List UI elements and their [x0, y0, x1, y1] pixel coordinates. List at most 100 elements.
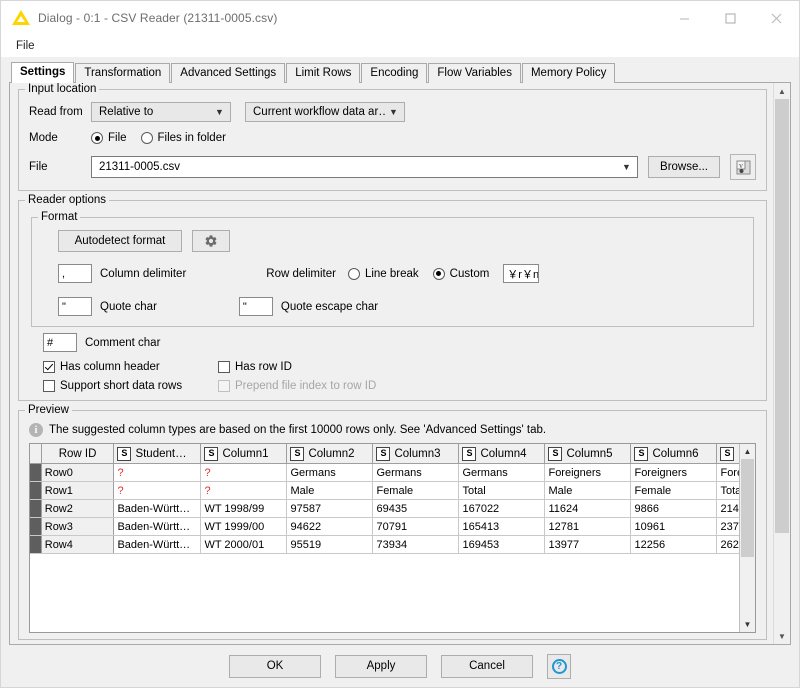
table-row[interactable]: Row3 Baden-Württ… WT 1999/00 94622 70791…: [30, 517, 739, 536]
cell: 10961: [630, 517, 718, 536]
apply-button[interactable]: Apply: [335, 654, 427, 678]
autodetect-settings-button[interactable]: [192, 230, 230, 252]
row-selector[interactable]: [30, 499, 42, 518]
radio-mode-file-label: File: [108, 132, 127, 144]
cell: ?: [113, 463, 202, 482]
column-delimiter-label: Column delimiter: [100, 267, 187, 280]
table-row[interactable]: Row1 ? ? Male Female Total Male Female T…: [30, 481, 739, 500]
cell: 95519: [286, 535, 374, 554]
quote-char-label: Quote char: [100, 300, 157, 313]
preview-table-scrollbar[interactable]: ▲ ▼: [739, 444, 755, 632]
radio-mode-files-in-folder[interactable]: Files in folder: [140, 132, 226, 144]
support-short-data-rows-label: Support short data rows: [60, 380, 183, 392]
scroll-down-icon[interactable]: ▼: [740, 617, 755, 632]
maximize-icon[interactable]: [707, 1, 753, 35]
radio-dot-icon: [347, 267, 360, 280]
cell: 69435: [372, 499, 460, 518]
row-id-cell: Row1: [41, 481, 115, 500]
help-button[interactable]: ?: [547, 653, 571, 679]
preview-table-wrapper: Row ID S Student… S Column1 S Column2 S Colu…: [29, 443, 756, 633]
tab-transformation[interactable]: Transformation: [75, 63, 171, 83]
quote-escape-input[interactable]: ": [238, 297, 273, 316]
column-header-column2[interactable]: S Column2: [286, 444, 374, 464]
row-selector[interactable]: [30, 481, 42, 500]
tab-advanced-settings[interactable]: Advanced Settings: [171, 63, 286, 83]
cell: Baden-Württ…: [113, 499, 202, 518]
radio-row-delimiter-linebreak[interactable]: Line break: [347, 267, 419, 280]
checkbox-support-short-data-rows[interactable]: Support short data rows: [43, 380, 218, 392]
scroll-down-icon[interactable]: ▼: [774, 628, 790, 644]
tab-encoding[interactable]: Encoding: [361, 63, 428, 83]
column-header-column5[interactable]: S Column5: [544, 444, 632, 464]
file-row: File 21311-0005.csv ▼ Browse... v: [29, 154, 756, 180]
column-header-column4[interactable]: S Column4: [458, 444, 546, 464]
column-header-column6[interactable]: S Column6: [630, 444, 718, 464]
column-header-label: Column5: [566, 447, 613, 460]
panel-scrollbar[interactable]: ▲ ▼: [773, 83, 790, 644]
table-row[interactable]: Row4 Baden-Württ… WT 2000/01 95519 73934…: [30, 535, 739, 554]
ok-button[interactable]: OK: [229, 654, 321, 678]
cell: ?: [113, 481, 202, 500]
flow-variable-icon: v: [736, 160, 750, 174]
info-icon: i: [29, 423, 43, 437]
checkbox-has-column-header[interactable]: Has column header: [43, 361, 218, 373]
column-header-student[interactable]: S Student…: [113, 444, 202, 464]
file-path-input[interactable]: 21311-0005.csv ▼: [91, 156, 638, 178]
gear-icon: [205, 235, 217, 247]
dialog-footer: OK Apply Cancel ?: [1, 645, 799, 687]
column-header-label: Column2: [308, 447, 355, 460]
checkbox-has-row-id[interactable]: Has row ID: [218, 361, 292, 373]
checkbox-box-icon: [218, 361, 230, 373]
scroll-up-icon[interactable]: ▲: [774, 83, 790, 99]
chevron-down-icon: ▼: [389, 107, 398, 117]
cell: Male: [544, 481, 632, 500]
scrollbar-thumb[interactable]: [741, 459, 754, 557]
scrollbar-track[interactable]: [775, 99, 789, 628]
column-header-column1[interactable]: S Column1: [200, 444, 288, 464]
csv-reader-dialog: Dialog - 0:1 - CSV Reader (21311-0005.cs…: [0, 0, 800, 688]
autodetect-format-button[interactable]: Autodetect format: [58, 230, 182, 252]
string-type-icon: S: [117, 446, 132, 461]
cancel-button[interactable]: Cancel: [441, 654, 533, 678]
column-header-label: Column1: [222, 447, 269, 460]
tab-memory-policy[interactable]: Memory Policy: [521, 63, 616, 83]
column-header-column7[interactable]: SColumn7: [716, 444, 739, 464]
tab-settings[interactable]: Settings: [11, 62, 75, 83]
tab-limit-rows[interactable]: Limit Rows: [286, 63, 361, 83]
tab-flow-variables[interactable]: Flow Variables: [428, 63, 521, 83]
menu-item-file[interactable]: File: [11, 38, 40, 54]
comment-char-label: Comment char: [85, 336, 161, 349]
row-selector[interactable]: [30, 535, 42, 554]
browse-button[interactable]: Browse...: [648, 156, 720, 178]
row-selector[interactable]: [30, 517, 42, 536]
close-icon[interactable]: [753, 1, 799, 35]
relative-to-dropdown[interactable]: Current workflow data ar… ▼: [245, 102, 405, 122]
short-rows-options-row: Support short data rows Prepend file ind…: [29, 380, 756, 392]
row-delimiter-input[interactable]: ￥r￥n: [503, 264, 540, 283]
scroll-up-icon[interactable]: ▲: [740, 444, 755, 459]
column-header-column3[interactable]: S Column3: [372, 444, 460, 464]
read-from-row: Read from Relative to ▼ Current workflow…: [29, 102, 756, 122]
scrollbar-thumb[interactable]: [775, 99, 789, 533]
row-selector[interactable]: [30, 463, 42, 482]
table-row[interactable]: Row0 ? ? Germans Germans Germans Foreign…: [30, 463, 739, 482]
table-row[interactable]: Row2 Baden-Württ… WT 1998/99 97587 69435…: [30, 499, 739, 518]
column-delimiter-input[interactable]: ,: [58, 264, 92, 283]
quote-char-input[interactable]: ": [58, 297, 92, 316]
row-id-cell: Row3: [41, 517, 115, 536]
delimiter-row: , Column delimiter Row delimiter Line br…: [40, 264, 745, 283]
read-from-dropdown[interactable]: Relative to ▼: [91, 102, 231, 122]
cell: 12256: [630, 535, 718, 554]
radio-mode-file[interactable]: File: [91, 132, 127, 144]
cell: 23742: [716, 517, 739, 536]
comment-char-input[interactable]: #: [43, 333, 77, 352]
radio-row-delimiter-custom[interactable]: Custom: [432, 267, 489, 280]
cell: Female: [630, 481, 718, 500]
column-header-row-id[interactable]: Row ID: [41, 444, 115, 464]
minimize-icon[interactable]: [661, 1, 707, 35]
flow-variable-button[interactable]: v: [730, 154, 756, 180]
read-from-label: Read from: [29, 106, 83, 118]
string-type-icon: S: [548, 446, 563, 461]
scrollbar-track[interactable]: [741, 459, 754, 617]
row-id-cell: Row2: [41, 499, 115, 518]
